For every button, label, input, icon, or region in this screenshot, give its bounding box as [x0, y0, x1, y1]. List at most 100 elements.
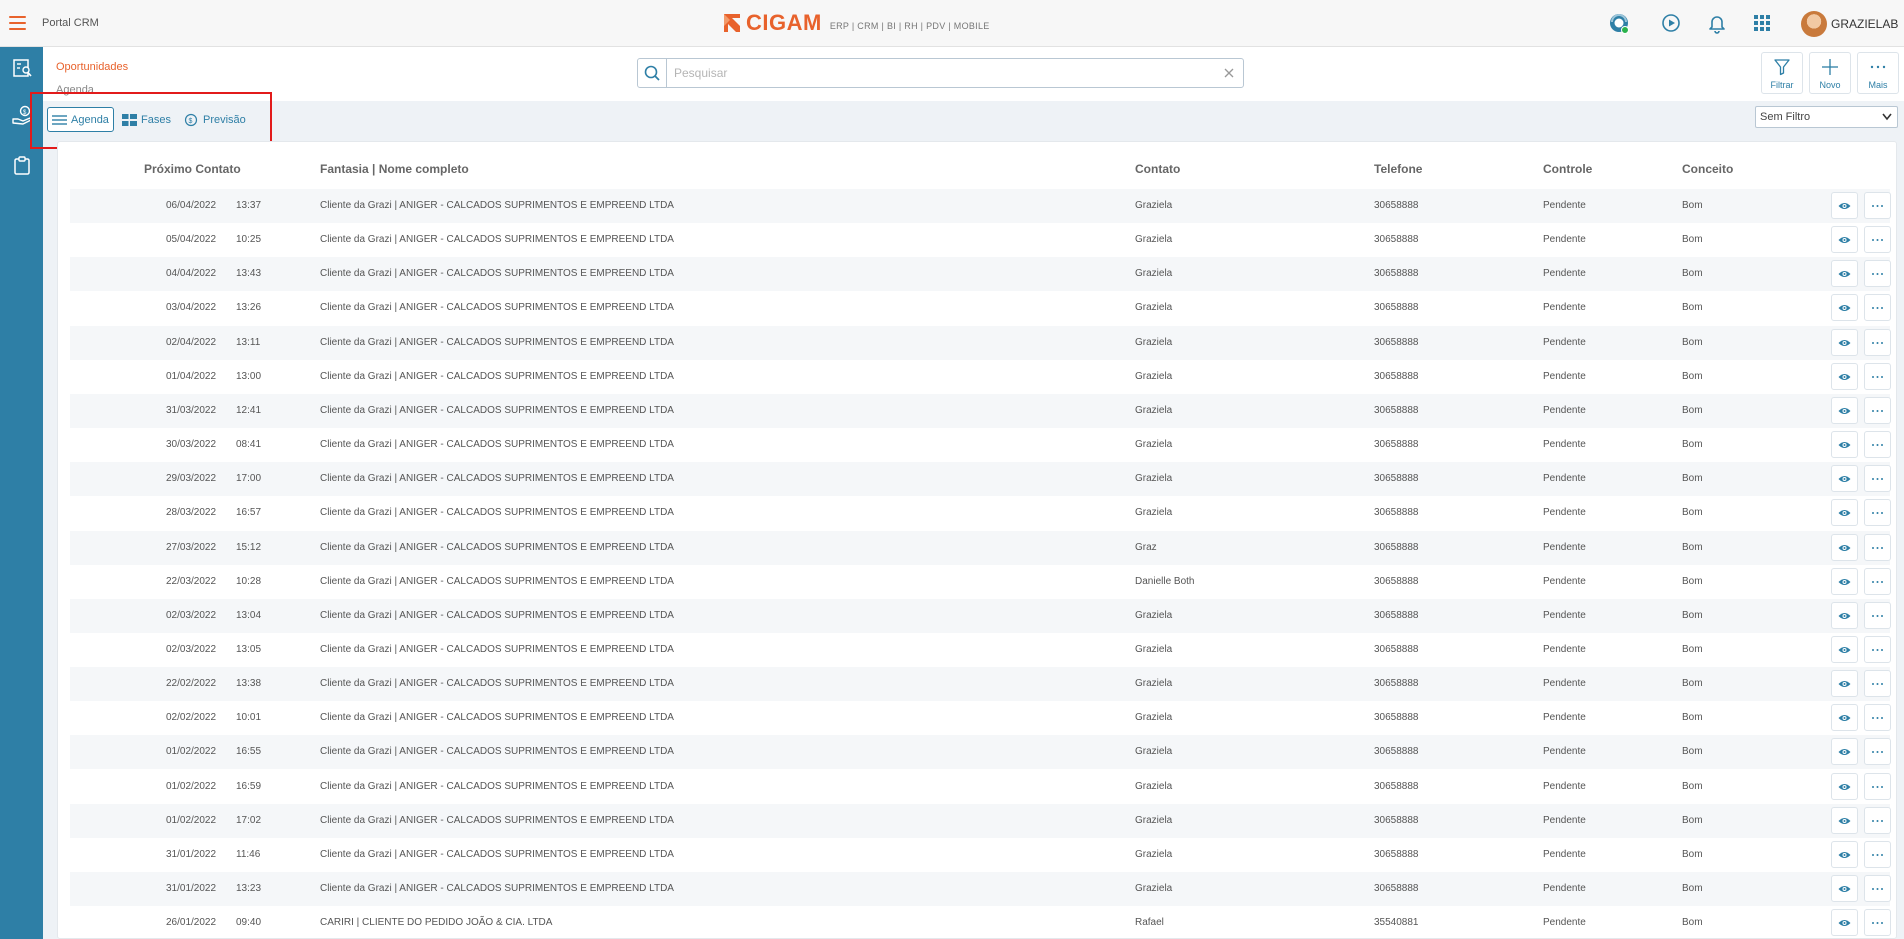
bell-icon[interactable]	[1706, 12, 1728, 34]
cell-date: 30/03/2022	[166, 439, 217, 451]
view-row-button[interactable]	[1831, 909, 1858, 937]
view-row-button[interactable]	[1831, 772, 1858, 800]
table-row[interactable]: 02/03/2022 13:04 Cliente da Grazi | ANIGER…	[70, 598, 1891, 633]
clipboard-icon[interactable]	[11, 154, 33, 176]
table-row[interactable]: 04/04/2022 13:43 Cliente da Grazi | ANIGER…	[70, 257, 1891, 292]
view-row-button[interactable]	[1831, 192, 1858, 219]
cell-name: Cliente da Grazi | ANIGER - CALCADOS SUP…	[320, 712, 674, 724]
clear-icon[interactable]	[1221, 65, 1237, 81]
view-row-button[interactable]	[1831, 704, 1858, 732]
table-row[interactable]: 05/04/2022 10:25 Cliente da Grazi | ANIGER…	[70, 223, 1891, 257]
view-row-button[interactable]	[1831, 670, 1858, 698]
view-row-button[interactable]	[1831, 294, 1858, 322]
row-more-button[interactable]	[1864, 738, 1891, 766]
table-row[interactable]: 01/02/2022 17:02 Cliente da Grazi | ANIGER…	[70, 803, 1891, 838]
search-input[interactable]	[674, 65, 1214, 81]
row-more-button[interactable]	[1864, 840, 1891, 868]
new-button[interactable]: Novo	[1809, 52, 1851, 94]
filter-select[interactable]: Sem Filtro	[1755, 106, 1898, 128]
table-row[interactable]: 31/01/2022 13:23 Cliente da Grazi | ANIGER…	[70, 872, 1891, 906]
search-button[interactable]	[638, 59, 667, 87]
table-row[interactable]: 28/03/2022 16:57 Cliente da Grazi | ANIGER…	[70, 496, 1891, 530]
cell-date: 06/04/2022	[166, 200, 217, 211]
table-row[interactable]: 02/04/2022 13:11 Cliente da Grazi | ANIGER…	[70, 325, 1891, 360]
row-more-button[interactable]	[1864, 294, 1891, 322]
view-row-button[interactable]	[1831, 499, 1858, 527]
row-more-button[interactable]	[1864, 567, 1891, 595]
row-more-button[interactable]	[1864, 875, 1891, 902]
table-row[interactable]: 01/02/2022 16:59 Cliente da Grazi | ANIGER…	[70, 770, 1891, 804]
money-hand-icon[interactable]: $	[11, 105, 33, 127]
table-row[interactable]: 31/01/2022 11:46 Cliente da Grazi | ANIGER…	[70, 838, 1891, 872]
view-row-button[interactable]	[1831, 431, 1858, 459]
play-icon[interactable]	[1660, 12, 1682, 34]
row-more-button[interactable]	[1864, 328, 1891, 356]
row-more-button[interactable]	[1864, 431, 1891, 459]
view-row-button[interactable]	[1831, 362, 1858, 390]
support-icon[interactable]	[1608, 12, 1630, 34]
row-more-button[interactable]	[1864, 499, 1891, 527]
table-row[interactable]: 02/02/2022 10:01 Cliente da Grazi | ANIGER…	[70, 701, 1891, 735]
row-more-button[interactable]	[1864, 396, 1891, 424]
view-row-button[interactable]	[1831, 567, 1858, 595]
cell-name: Cliente da Grazi | ANIGER - CALCADOS SUP…	[320, 883, 674, 894]
row-more-button[interactable]	[1864, 192, 1891, 219]
view-row-button[interactable]	[1831, 840, 1858, 868]
user-name[interactable]: GRAZIELAB	[1831, 17, 1898, 31]
table-row[interactable]: 31/03/2022 12:41 Cliente da Grazi | ANIGER…	[70, 393, 1891, 428]
row-more-button[interactable]	[1864, 362, 1891, 390]
table-row[interactable]: 27/03/2022 15:12 Cliente da Grazi | ANIGER…	[70, 530, 1891, 565]
header-concept[interactable]: Conceito	[1682, 162, 1733, 176]
header-control[interactable]: Controle	[1543, 162, 1592, 176]
row-more-button[interactable]	[1864, 772, 1891, 800]
table-row[interactable]: 30/03/2022 08:41 Cliente da Grazi | ANIGER…	[70, 428, 1891, 462]
filter-button[interactable]: Filtrar	[1761, 52, 1803, 94]
view-row-button[interactable]	[1831, 226, 1858, 254]
table-row[interactable]: 03/04/2022 13:26 Cliente da Grazi | ANIGER…	[70, 291, 1891, 325]
cell-phone: 30658888	[1374, 302, 1419, 314]
view-row-button[interactable]	[1831, 601, 1858, 629]
view-row-button[interactable]	[1831, 465, 1858, 493]
row-more-button[interactable]	[1864, 465, 1891, 493]
table-row[interactable]: 06/04/2022 13:37 Cliente da Grazi | ANIGER…	[70, 189, 1891, 223]
view-row-button[interactable]	[1831, 396, 1858, 424]
view-row-button[interactable]	[1831, 635, 1858, 663]
view-row-button[interactable]	[1831, 875, 1858, 902]
row-more-button[interactable]	[1864, 670, 1891, 698]
row-more-button[interactable]	[1864, 260, 1891, 288]
table-row[interactable]: 02/03/2022 13:05 Cliente da Grazi | ANIGER…	[70, 633, 1891, 667]
table-row[interactable]: 01/02/2022 16:55 Cliente da Grazi | ANIGER…	[70, 735, 1891, 770]
table-row[interactable]: 01/04/2022 13:00 Cliente da Grazi | ANIGER…	[70, 360, 1891, 394]
table-row[interactable]: 22/03/2022 10:28 Cliente da Grazi | ANIGER…	[70, 565, 1891, 599]
header-name[interactable]: Fantasia | Nome completo	[320, 162, 469, 176]
view-previsao-button[interactable]: $ Previsão	[180, 107, 250, 132]
row-more-button[interactable]	[1864, 635, 1891, 663]
table-row[interactable]: 29/03/2022 17:00 Cliente da Grazi | ANIGER…	[70, 462, 1891, 497]
row-more-button[interactable]	[1864, 601, 1891, 629]
contacts-icon[interactable]	[11, 57, 33, 79]
row-more-button[interactable]	[1864, 909, 1891, 937]
header-phone[interactable]: Telefone	[1374, 162, 1422, 176]
row-more-button[interactable]	[1864, 533, 1891, 561]
view-row-button[interactable]	[1831, 738, 1858, 766]
row-more-button[interactable]	[1864, 806, 1891, 834]
header-contact[interactable]: Contato	[1135, 162, 1180, 176]
header-next-contact[interactable]: Próximo Contato	[144, 162, 241, 176]
table-row[interactable]: 22/02/2022 13:38 Cliente da Grazi | ANIGER…	[70, 667, 1891, 702]
view-row-button[interactable]	[1831, 533, 1858, 561]
breadcrumb-section[interactable]: Oportunidades	[56, 61, 128, 73]
table-row[interactable]: 26/01/2022 09:40 CARIRI | CLIENTE DO PEDID…	[70, 906, 1891, 939]
row-more-button[interactable]	[1864, 704, 1891, 732]
apps-grid-icon[interactable]	[1751, 12, 1773, 34]
menu-icon[interactable]	[9, 16, 26, 30]
view-row-button[interactable]	[1831, 328, 1858, 356]
more-button[interactable]: Mais	[1857, 52, 1899, 94]
view-fases-button[interactable]: Fases	[118, 107, 175, 132]
view-row-button[interactable]	[1831, 806, 1858, 834]
view-row-button[interactable]	[1831, 260, 1858, 288]
row-more-button[interactable]	[1864, 226, 1891, 254]
cell-contact: Graziela	[1135, 780, 1173, 792]
cell-date: 22/02/2022	[166, 678, 217, 690]
avatar[interactable]	[1801, 11, 1827, 37]
view-agenda-button[interactable]: Agenda	[47, 107, 114, 132]
